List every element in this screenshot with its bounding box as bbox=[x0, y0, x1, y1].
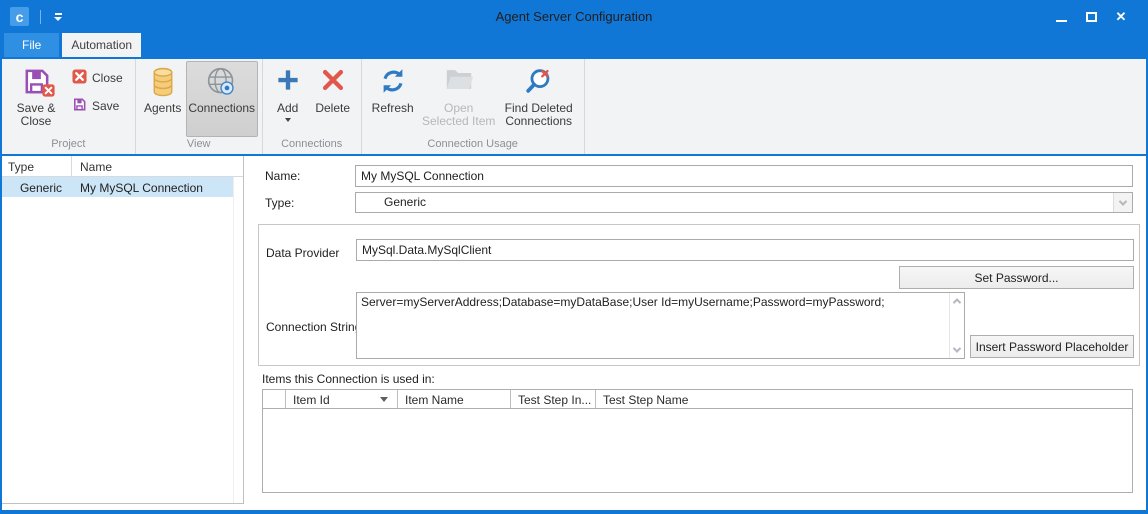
agents-button[interactable]: Agents bbox=[140, 61, 186, 137]
connections-globe-icon bbox=[205, 66, 238, 102]
connection-type-cell: Generic bbox=[2, 177, 72, 197]
set-password-button[interactable]: Set Password... bbox=[899, 266, 1134, 289]
connections-list-header: Type Name bbox=[2, 156, 243, 177]
button-label: Find Deleted Connections bbox=[499, 102, 579, 128]
button-label: Open Selected Item bbox=[421, 102, 497, 128]
items-used-in-label: Items this Connection is used in: bbox=[262, 372, 435, 386]
group-label-project: Project bbox=[4, 137, 133, 154]
button-label: Refresh bbox=[372, 102, 414, 115]
header-label: Item Id bbox=[293, 393, 330, 407]
ribbon-group-connection-usage: Refresh Open Selected Item bbox=[362, 59, 585, 154]
button-label: Connections bbox=[188, 102, 255, 115]
save-close-icon bbox=[21, 66, 52, 102]
close-icon: ✕ bbox=[1116, 9, 1127, 25]
type-label: Type: bbox=[265, 196, 294, 210]
column-header-test-step-in[interactable]: Test Step In... bbox=[511, 390, 596, 408]
open-selected-item-button[interactable]: Open Selected Item bbox=[420, 61, 498, 137]
quick-access-dropdown-icon[interactable] bbox=[54, 13, 62, 21]
type-dropdown[interactable]: Generic bbox=[355, 192, 1133, 213]
save-button[interactable]: Save bbox=[70, 96, 131, 116]
type-dropdown-value: Generic bbox=[384, 193, 1132, 212]
connection-string-scrollbar[interactable] bbox=[949, 293, 964, 358]
button-label: Agents bbox=[144, 102, 181, 115]
main-content: Type Name Generic My MySQL Connection Na… bbox=[2, 156, 1146, 510]
group-label-view: View bbox=[138, 137, 260, 154]
column-header-test-step-name[interactable]: Test Step Name bbox=[596, 390, 1132, 408]
close-project-icon bbox=[72, 69, 87, 87]
refresh-button[interactable]: Refresh bbox=[366, 61, 420, 137]
data-provider-input[interactable] bbox=[356, 239, 1134, 261]
connection-row-selected[interactable]: Generic My MySQL Connection bbox=[2, 177, 233, 197]
items-table-header: Item Id Item Name Test Step In... Test S… bbox=[263, 390, 1132, 409]
open-folder-icon bbox=[444, 66, 474, 102]
type-dropdown-button[interactable] bbox=[1113, 193, 1132, 212]
window-title: Agent Server Configuration bbox=[2, 9, 1146, 24]
app-window: c Agent Server Configuration ✕ File Auto… bbox=[0, 0, 1148, 514]
button-label: Add bbox=[277, 102, 298, 115]
tab-automation[interactable]: Automation bbox=[62, 33, 141, 57]
ribbon-tab-row: File Automation bbox=[2, 33, 1146, 57]
list-scrollbar[interactable] bbox=[233, 177, 243, 503]
items-table: Item Id Item Name Test Step In... Test S… bbox=[262, 389, 1133, 493]
button-label: Save & Close bbox=[7, 102, 65, 128]
connection-detail-panel: Name: Type: Generic Data Provider Set Pa… bbox=[248, 156, 1143, 510]
delete-x-icon bbox=[319, 66, 347, 102]
column-header-name[interactable]: Name bbox=[72, 156, 243, 176]
agents-database-icon bbox=[149, 66, 177, 102]
button-label: Delete bbox=[315, 102, 350, 115]
add-plus-icon bbox=[274, 66, 302, 102]
ribbon-group-connections: Add Delete Connections bbox=[263, 59, 362, 154]
group-label-connections: Connections bbox=[265, 137, 359, 154]
column-header-item-name[interactable]: Item Name bbox=[398, 390, 511, 408]
qat-separator bbox=[40, 10, 41, 24]
app-logo-icon[interactable]: c bbox=[10, 7, 29, 26]
sort-desc-icon[interactable] bbox=[380, 397, 388, 402]
connections-list-panel: Type Name Generic My MySQL Connection bbox=[2, 156, 244, 504]
row-indicator-column bbox=[263, 390, 286, 408]
name-label: Name: bbox=[265, 169, 300, 183]
title-bar: c Agent Server Configuration ✕ bbox=[2, 0, 1146, 33]
provider-group-box: Data Provider Set Password... Connection… bbox=[258, 224, 1140, 366]
tab-file[interactable]: File bbox=[4, 33, 59, 57]
add-connection-button[interactable]: Add bbox=[267, 61, 309, 137]
add-dropdown-icon bbox=[285, 118, 291, 122]
minimize-button[interactable] bbox=[1046, 0, 1076, 33]
button-label: Close bbox=[92, 71, 123, 85]
delete-connection-button[interactable]: Delete bbox=[309, 61, 357, 137]
ribbon: Save & Close Close bbox=[2, 57, 1146, 156]
scroll-down-icon bbox=[953, 344, 961, 352]
find-deleted-connections-button[interactable]: Find Deleted Connections bbox=[498, 61, 580, 137]
ribbon-group-view: Agents Connections View bbox=[136, 59, 263, 154]
minimize-icon bbox=[1056, 20, 1067, 22]
data-provider-label: Data Provider bbox=[266, 246, 339, 260]
find-deleted-icon bbox=[524, 66, 554, 102]
name-input[interactable] bbox=[355, 165, 1133, 187]
chevron-down-icon bbox=[1119, 197, 1127, 205]
close-project-button[interactable]: Close bbox=[70, 68, 131, 88]
scroll-up-icon bbox=[953, 298, 961, 306]
connections-button[interactable]: Connections bbox=[186, 61, 258, 137]
maximize-icon bbox=[1086, 12, 1097, 22]
save-icon bbox=[72, 97, 87, 115]
column-header-item-id[interactable]: Item Id bbox=[286, 390, 398, 408]
refresh-icon bbox=[378, 66, 408, 102]
group-label-connection-usage: Connection Usage bbox=[364, 137, 582, 154]
ribbon-group-project: Save & Close Close bbox=[2, 59, 136, 154]
save-and-close-button[interactable]: Save & Close bbox=[6, 61, 66, 137]
column-header-type[interactable]: Type bbox=[2, 156, 72, 176]
window-controls: ✕ bbox=[1046, 0, 1136, 33]
connection-string-label: Connection String bbox=[266, 320, 361, 334]
connection-string-field: Server=myServerAddress;Database=myDataBa… bbox=[356, 292, 965, 359]
maximize-button[interactable] bbox=[1076, 0, 1106, 33]
red-x-badge-icon bbox=[42, 84, 55, 100]
connection-string-textarea[interactable]: Server=myServerAddress;Database=myDataBa… bbox=[357, 293, 948, 358]
insert-password-placeholder-button[interactable]: Insert Password Placeholder bbox=[970, 335, 1134, 358]
close-window-button[interactable]: ✕ bbox=[1106, 0, 1136, 33]
button-label: Save bbox=[92, 99, 119, 113]
connection-name-cell: My MySQL Connection bbox=[72, 177, 233, 197]
